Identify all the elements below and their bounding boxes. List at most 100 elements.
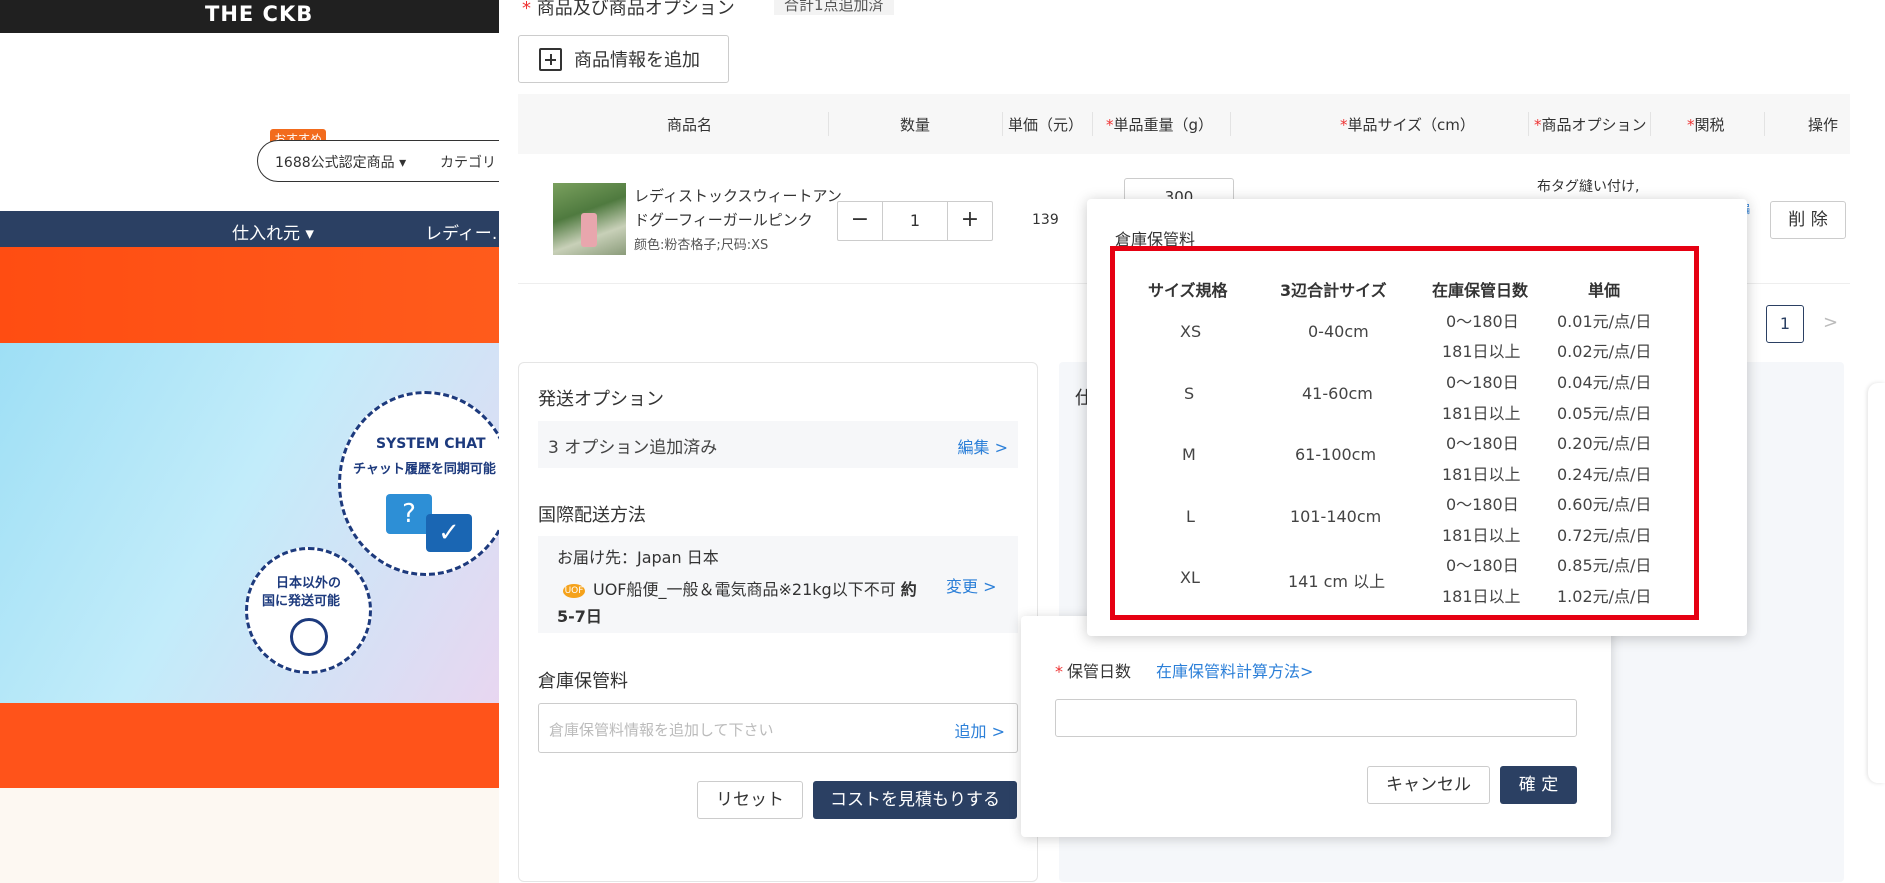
fee-size-l: L <box>1186 507 1195 526</box>
shipping-options-edit-link[interactable]: 編集 > <box>958 434 1009 458</box>
fee-price: 0.60元/点/日 <box>1557 495 1652 514</box>
bubble-title: SYSTEM CHAT <box>376 436 486 452</box>
products-table-header: 商品名 数量 単価（元） *単品重量（g） *単品サイズ（cm） *商品オプショ… <box>518 94 1850 154</box>
nav-item-source[interactable]: 仕入れ元 ▾ <box>232 219 314 244</box>
estimate-cost-button[interactable]: コストを見積もりする <box>813 781 1017 819</box>
fee-col-storage-days: 在庫保管日数 <box>1432 281 1529 300</box>
fee-range-xs: 0-40cm <box>1308 322 1369 341</box>
fee-price: 0.02元/点/日 <box>1557 342 1652 361</box>
globe-icon <box>290 618 328 656</box>
delete-button[interactable]: 削 除 <box>1770 201 1846 239</box>
destination-text: お届け先：Japan 日本 <box>557 548 719 567</box>
fee-price: 1.02元/点/日 <box>1557 587 1652 606</box>
quantity-value[interactable]: 1 <box>882 202 948 240</box>
storage-fee-calc-link[interactable]: 在庫保管料計算方法> <box>1156 658 1313 682</box>
fee-days: 0〜180日 <box>1446 556 1519 575</box>
fee-size-s: S <box>1184 384 1195 403</box>
shipping-panel: 発送オプション 3 オプション追加済み 編集 > 国際配送方法 お届け先：Jap… <box>518 362 1038 882</box>
storage-fee-tooltip: 倉庫保管料 サイズ規格 3辺合計サイズ 在庫保管日数 単価 XS 0-40cm … <box>1087 199 1747 636</box>
check-icon: ✓ <box>426 514 472 552</box>
storage-days-label: * 保管日数 <box>1055 662 1132 681</box>
site-nav: 仕入れ元 ▾ レディー… <box>0 211 520 247</box>
fee-range-s: 41-60cm <box>1302 384 1373 403</box>
change-shipping-link[interactable]: 変更 > <box>946 573 997 597</box>
confirm-button[interactable]: 確 定 <box>1500 766 1577 804</box>
fee-days: 181日以上 <box>1442 587 1521 606</box>
site-cream-area <box>0 788 520 883</box>
add-product-button[interactable]: 商品情報を追加 <box>518 35 729 83</box>
pagination-next-icon[interactable]: > <box>1823 312 1838 333</box>
bubble-line2: 国に発送可能 <box>262 594 341 609</box>
site-banner[interactable]: SYSTEM CHAT チャット履歴を同期可能 ? ✓ 日本以外の 国に発送可能 <box>0 343 520 703</box>
col-tariff: *関税 <box>1687 116 1725 134</box>
shipping-bubble: 日本以外の 国に発送可能 <box>245 547 372 674</box>
product-thumbnail[interactable] <box>553 183 626 255</box>
fee-days: 181日以上 <box>1442 465 1521 484</box>
nav-item-ladies[interactable]: レディー… <box>425 219 509 244</box>
cancel-button[interactable]: キャンセル <box>1367 766 1490 804</box>
col-unit-weight: *単品重量（g） <box>1106 116 1214 134</box>
fee-size-xs: XS <box>1180 322 1202 341</box>
decrement-button[interactable]: − <box>838 202 882 240</box>
shipping-method-box: お届け先：Japan 日本 UOF UOF船便_一般＆電気商品※21kg以下不可 … <box>538 536 1018 633</box>
site-logo[interactable]: THE CKB <box>205 2 313 26</box>
col-quantity: 数量 <box>900 116 931 134</box>
pagination-current-page[interactable]: 1 <box>1766 305 1804 343</box>
products-heading: * 商品及び商品オプション <box>522 0 735 19</box>
col-unit-price: 単価（元） <box>1008 116 1084 134</box>
storage-fee-title: 倉庫保管料 <box>538 671 628 692</box>
bubble-subtitle: チャット履歴を同期可能 <box>353 462 496 477</box>
bubble-line1: 日本以外の <box>276 576 342 591</box>
storage-fee-placeholder: 倉庫保管料情報を追加して下さい <box>549 721 774 739</box>
search-category[interactable]: カテゴリ <box>440 152 496 172</box>
ship-logo-icon: UOF <box>563 583 585 598</box>
shipping-method: UOF UOF船便_一般＆電気商品※21kg以下不可 約 <box>563 580 917 599</box>
increment-button[interactable]: + <box>948 202 992 240</box>
product-name[interactable]: レディストックスウィートアンドグーフィーガールピンク <box>634 184 844 232</box>
plus-square-icon <box>539 47 562 71</box>
product-attributes: 颜色:粉杏格子;尺码:XS <box>634 238 769 253</box>
reset-button[interactable]: リセット <box>697 781 803 819</box>
fee-price: 0.20元/点/日 <box>1557 434 1652 453</box>
shipping-days: 5-7日 <box>557 607 602 626</box>
storage-days-popover: * 保管日数 在庫保管料計算方法> キャンセル 確 定 <box>1021 616 1611 837</box>
fee-price: 0.24元/点/日 <box>1557 465 1652 484</box>
fee-price: 0.85元/点/日 <box>1557 556 1652 575</box>
shipping-options-box: 3 オプション追加済み 編集 > <box>538 421 1018 468</box>
fee-size-xl: XL <box>1180 568 1200 587</box>
site-orange-band <box>0 247 520 343</box>
search-source-select[interactable]: 1688公式認定商品 ▾ <box>275 152 406 172</box>
quantity-stepper[interactable]: − 1 + <box>837 201 993 241</box>
storage-fee-add-link[interactable]: 追加 > <box>955 718 1006 742</box>
products-count: 合計1点追加済 <box>774 0 894 15</box>
fee-col-size: サイズ規格 <box>1148 281 1228 300</box>
right-edge-tab[interactable] <box>1868 383 1885 783</box>
fee-range-l: 101-140cm <box>1290 507 1382 526</box>
col-product-name: 商品名 <box>667 116 713 134</box>
fee-price: 0.04元/点/日 <box>1557 373 1652 392</box>
col-unit-size: *単品サイズ（cm） <box>1340 116 1475 134</box>
fee-col-total-size: 3辺合計サイズ <box>1280 281 1387 300</box>
fee-days: 181日以上 <box>1442 526 1521 545</box>
fee-days: 181日以上 <box>1442 342 1521 361</box>
storage-days-input[interactable] <box>1055 699 1577 737</box>
col-product-option: *商品オプション <box>1534 116 1647 134</box>
fee-price: 0.72元/点/日 <box>1557 526 1652 545</box>
fee-days: 181日以上 <box>1442 404 1521 423</box>
unit-price-value: 139 <box>1032 212 1059 228</box>
shipping-options-summary: 3 オプション追加済み <box>548 438 718 458</box>
product-option-text: 布タグ縫い付け, <box>1537 179 1640 195</box>
add-product-label: 商品情報を追加 <box>574 50 700 71</box>
chat-bubble: SYSTEM CHAT チャット履歴を同期可能 ? ✓ <box>338 391 513 576</box>
fee-days: 0〜180日 <box>1446 434 1519 453</box>
fee-range-xl: 141 cm 以上 <box>1288 572 1386 591</box>
shipping-options-title: 発送オプション <box>538 389 664 410</box>
fee-col-unit-price: 単価 <box>1588 281 1621 300</box>
fee-price: 0.05元/点/日 <box>1557 404 1652 423</box>
fee-price: 0.01元/点/日 <box>1557 312 1652 331</box>
fee-days: 0〜180日 <box>1446 312 1519 331</box>
fee-size-m: M <box>1182 445 1196 464</box>
fee-range-m: 61-100cm <box>1295 445 1377 464</box>
intl-shipping-title: 国際配送方法 <box>538 505 646 526</box>
storage-fee-field[interactable]: 倉庫保管料情報を追加して下さい 追加 > <box>538 703 1018 753</box>
